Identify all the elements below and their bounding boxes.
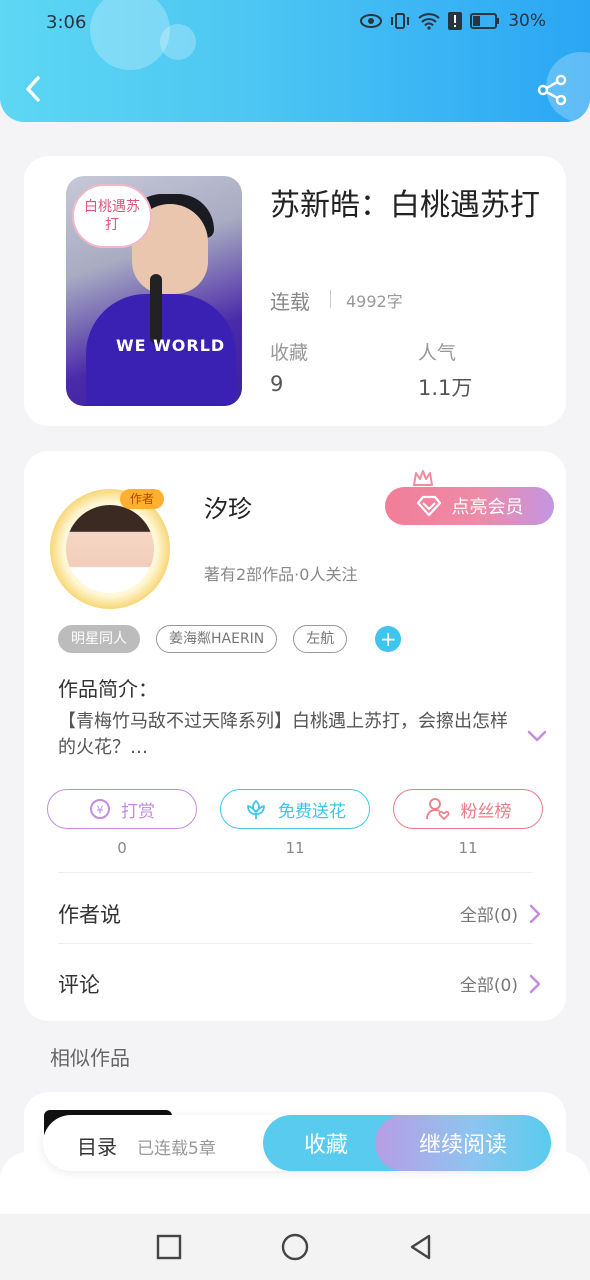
tip-button-label: 打赏: [121, 801, 155, 822]
flower-count: 11: [285, 839, 305, 857]
chevron-down-icon[interactable]: [526, 725, 548, 747]
status-time: 3:06: [46, 12, 87, 33]
favorites-label: 收藏: [270, 342, 309, 364]
system-nav-bar: [0, 1214, 590, 1280]
back-nav-icon[interactable]: [406, 1232, 436, 1262]
comments-all-link[interactable]: 全部(0): [460, 971, 542, 996]
book-info-card: WE WORLD 白桃遇苏打 苏新皓：白桃遇苏打 连载 4992字 收藏 9 人…: [24, 156, 566, 426]
send-flower-button[interactable]: 免费送花: [220, 789, 370, 829]
svg-text:¥: ¥: [97, 804, 104, 817]
status-bar: 3:06 30%: [0, 0, 590, 46]
favorite-button-label: 收藏: [303, 1133, 348, 1158]
crown-icon: [413, 470, 433, 486]
author-says-all-link[interactable]: 全部(0): [460, 901, 542, 926]
share-button[interactable]: [536, 74, 568, 106]
tip-count: 0: [117, 839, 127, 857]
book-status: 连载: [270, 290, 310, 314]
home-icon[interactable]: [280, 1232, 310, 1262]
cover-overlay-text: WE WORLD: [116, 336, 226, 355]
favorites-value: 9: [270, 372, 284, 396]
reading-action-bar: 目录 已连载5章 收藏 继续阅读: [43, 1115, 551, 1171]
battery-icon: [470, 13, 500, 29]
cover-caption-bubble: 白桃遇苏打: [72, 184, 152, 248]
continue-reading-button[interactable]: 继续阅读: [375, 1115, 551, 1171]
author-says-title: 作者说: [58, 903, 121, 927]
cover-figure: [150, 274, 162, 344]
divider: [58, 943, 532, 944]
status-icons: 30%: [360, 11, 546, 31]
author-badge: 作者: [120, 489, 164, 509]
comments-title: 评论: [58, 973, 100, 997]
intro-label: 作品简介：: [58, 677, 158, 701]
eye-icon: [360, 14, 383, 28]
cover-caption: 白桃遇苏打: [84, 199, 140, 233]
author-avatar[interactable]: 作者: [50, 489, 170, 609]
comments-all-label: 全部(0): [459, 976, 518, 996]
intro-text: 【青梅竹马敌不过天降系列】白桃遇上苏打，会擦出怎样的火花？…: [58, 711, 508, 758]
toc-button[interactable]: 目录: [77, 1131, 117, 1160]
popularity-label: 人气: [418, 342, 457, 364]
flower-icon: [247, 800, 265, 819]
avatar-image: [66, 505, 154, 593]
tag-item[interactable]: 明星同人: [58, 625, 140, 653]
popularity-value: 1.1万: [418, 376, 473, 400]
book-cover[interactable]: WE WORLD 白桃遇苏打: [66, 176, 242, 406]
author-meta: 著有2部作品·0人关注: [204, 565, 358, 584]
wifi-icon: [418, 13, 440, 30]
book-title: 苏新皓：白桃遇苏打: [270, 188, 540, 223]
book-word-count: 4992字: [346, 292, 403, 311]
tag-item[interactable]: 左航: [293, 625, 348, 653]
diamond-icon: [416, 495, 441, 517]
fan-ranking-button-label: 粉丝榜: [460, 801, 512, 822]
similar-works-label: 相似作品: [50, 1046, 130, 1070]
author-name[interactable]: 汐珍: [204, 489, 252, 524]
author-card: 作者 汐珍 著有2部作品·0人关注 点亮会员 明星同人 姜海粼HAERIN 左航…: [24, 451, 566, 1021]
coin-icon: ¥: [90, 799, 110, 819]
fan-count: 11: [458, 839, 478, 857]
chevron-right-icon: [529, 904, 541, 923]
send-flower-button-label: 免费送花: [278, 801, 346, 822]
vibrate-icon: [391, 13, 410, 29]
fan-ranking-button[interactable]: 粉丝榜: [393, 789, 543, 829]
vip-button[interactable]: 点亮会员: [385, 487, 554, 525]
continue-reading-label: 继续阅读: [418, 1133, 507, 1158]
battery-percent: 30%: [508, 11, 546, 31]
divider: [58, 872, 532, 873]
chevron-left-icon: [26, 76, 40, 102]
divider: [330, 290, 331, 308]
add-tag-button[interactable]: +: [375, 626, 402, 652]
vip-button-label: 点亮会员: [451, 497, 524, 518]
chapter-count: 已连载5章: [137, 1139, 216, 1159]
header-bar: 3:06 30%: [0, 0, 590, 122]
back-button[interactable]: [18, 72, 52, 106]
alert-icon: [448, 12, 463, 30]
fan-heart-icon: [425, 798, 449, 821]
tag-item[interactable]: 姜海粼HAERIN: [156, 625, 278, 653]
chevron-right-icon: [529, 974, 541, 993]
share-icon: [537, 74, 567, 106]
tag-list: 明星同人 姜海粼HAERIN 左航 +: [58, 625, 402, 653]
author-says-all-label: 全部(0): [459, 906, 518, 926]
recent-apps-icon[interactable]: [154, 1232, 184, 1262]
tip-button[interactable]: ¥ 打赏: [47, 789, 197, 829]
